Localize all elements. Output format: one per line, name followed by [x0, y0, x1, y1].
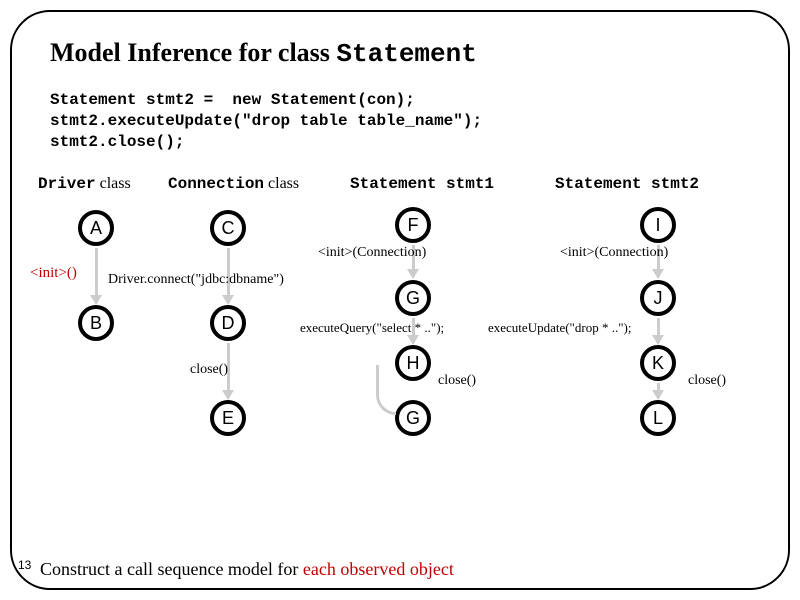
- node-a: A: [78, 210, 114, 246]
- col-header-driver: Driver class: [38, 175, 131, 193]
- arrow-k-l: [657, 383, 660, 398]
- label-close-stmt2: close(): [688, 373, 726, 389]
- node-l: L: [640, 400, 676, 436]
- label-close-stmt1: close(): [438, 373, 476, 389]
- col-header-stmt1: Statement stmt1: [350, 175, 494, 193]
- node-d: D: [210, 305, 246, 341]
- label-driver-connect: Driver.connect("jdbc:dbname"): [108, 272, 284, 288]
- node-k: K: [640, 345, 676, 381]
- node-b: B: [78, 305, 114, 341]
- code-line-2: stmt2.executeUpdate("drop table table_na…: [50, 112, 482, 130]
- col-header-stmt2: Statement stmt2: [555, 175, 699, 193]
- node-j: J: [640, 280, 676, 316]
- label-exec-query: executeQuery("select * ..");: [300, 320, 444, 336]
- col-header-connection: Connection class: [168, 175, 299, 193]
- node-f: F: [395, 207, 431, 243]
- footer-text: Construct a call sequence model for each…: [40, 559, 454, 580]
- node-c: C: [210, 210, 246, 246]
- title-text: Model Inference for class: [50, 38, 336, 67]
- node-i: I: [640, 207, 676, 243]
- node-g: G: [395, 280, 431, 316]
- arrow-a-b: [95, 248, 98, 303]
- page-number: 13: [18, 558, 31, 572]
- code-block: Statement stmt2 = new Statement(con); st…: [50, 90, 482, 152]
- label-init-conn-stmt1: <init>(Connection): [318, 245, 426, 261]
- label-close-connection: close(): [190, 362, 228, 378]
- title-classname: Statement: [336, 39, 476, 69]
- label-init-conn-stmt2: <init>(Connection): [560, 245, 668, 261]
- slide-title: Model Inference for class Statement: [50, 38, 477, 69]
- node-e: E: [210, 400, 246, 436]
- code-line-1: Statement stmt2 = new Statement(con);: [50, 91, 415, 109]
- label-init-a: <init>(): [30, 265, 77, 282]
- arrow-j-k: [657, 318, 660, 343]
- code-line-3: stmt2.close();: [50, 133, 184, 151]
- node-g2: G: [395, 400, 431, 436]
- node-h: H: [395, 345, 431, 381]
- label-exec-update: executeUpdate("drop * ..");: [488, 320, 631, 336]
